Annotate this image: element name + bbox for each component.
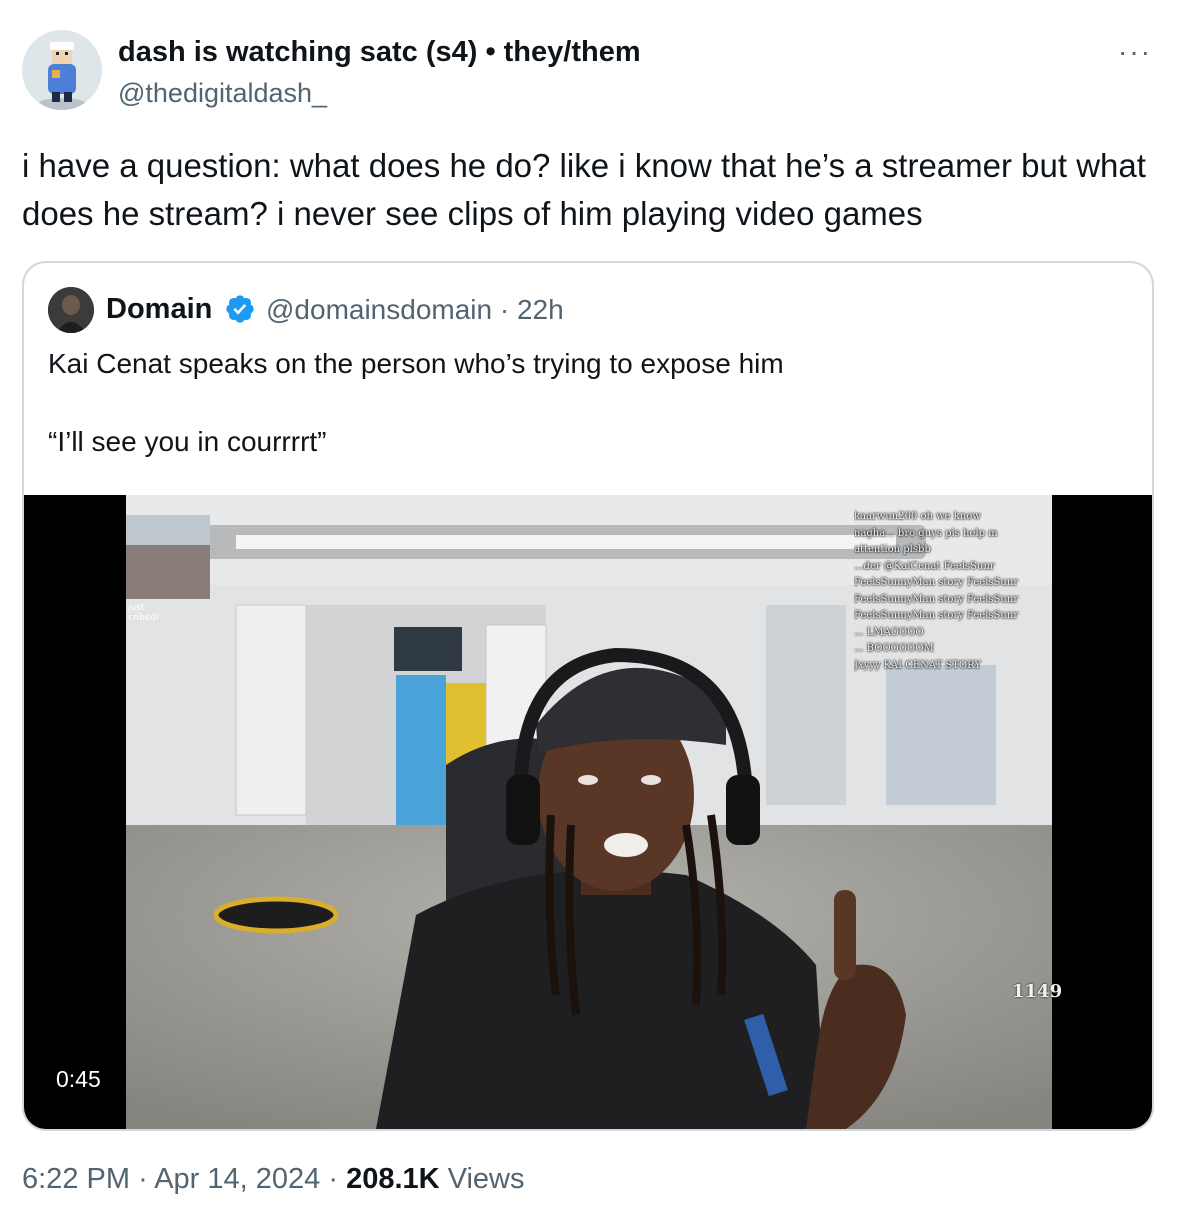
- quoted-age[interactable]: 22h: [517, 294, 564, 325]
- stream-chat-overlay: kaarwun200 oh we know nagha... bro guys …: [854, 509, 1084, 674]
- chat-line: ... LMAOOOO: [854, 626, 924, 638]
- tweet-footer: 6:22 PM · Apr 14, 2024 · 208.1K Views: [22, 1163, 525, 1196]
- quoted-text: Kai Cenat speaks on the person who’s try…: [48, 348, 784, 379]
- author-handle[interactable]: @thedigitaldash_: [118, 78, 327, 109]
- quoted-author-name[interactable]: Domain: [106, 293, 212, 326]
- video-duration-badge: 0:45: [46, 1061, 111, 1098]
- footer-separator: ·: [138, 1163, 148, 1195]
- quoted-author-handle[interactable]: @domainsdomain: [266, 294, 492, 325]
- author-display-name[interactable]: dash is watching satc (s4) • they/them: [118, 36, 641, 69]
- chat-line: nagha... bro guys pls help m: [854, 527, 998, 539]
- meta-separator: ·: [499, 294, 510, 325]
- tweet-date[interactable]: Apr 14, 2024: [154, 1163, 320, 1195]
- cam-caption: just cribed!: [128, 603, 160, 623]
- verified-badge-icon: [226, 295, 254, 323]
- viewer-counter: 1149: [1012, 981, 1063, 1002]
- chat-line: Jxyyy KAI CENAT STORY: [854, 659, 981, 671]
- chat-line: ... BOOOOOOM: [854, 643, 934, 654]
- tweet-time[interactable]: 6:22 PM: [22, 1163, 130, 1195]
- views-label: Views: [447, 1163, 525, 1195]
- quoted-author-avatar[interactable]: [48, 287, 94, 333]
- chat-line: FeelsSunnyMan story FeelsSunr: [854, 610, 1019, 621]
- tweet-text: i have a question: what does he do? like…: [22, 147, 1146, 232]
- author-avatar[interactable]: [22, 30, 102, 110]
- quoted-tweet[interactable]: Domain @domainsdomain · 22h Kai Cenat sp…: [22, 261, 1154, 1131]
- footer-separator: ·: [328, 1163, 339, 1195]
- chat-line: FeelsSunnyMan story FeelsSunr: [854, 593, 1019, 605]
- chat-line: ...der @KaiCenat FeelsSunr: [854, 560, 995, 572]
- quoted-quote-line: “I’ll see you in courrrrt”: [48, 426, 327, 457]
- views-count: 208.1K: [346, 1163, 440, 1195]
- quoted-meta: @domainsdomain · 22h: [266, 294, 564, 326]
- tweet-header: dash is watching satc (s4) • they/them @…: [22, 30, 1158, 114]
- chat-line: FeelsSunnyMan story FeelsSunr: [854, 577, 1019, 588]
- chat-line: kaarwun200 oh we know: [854, 511, 981, 522]
- chat-line: attention plsbb: [854, 544, 931, 555]
- more-options-icon[interactable]: ···: [1118, 36, 1152, 68]
